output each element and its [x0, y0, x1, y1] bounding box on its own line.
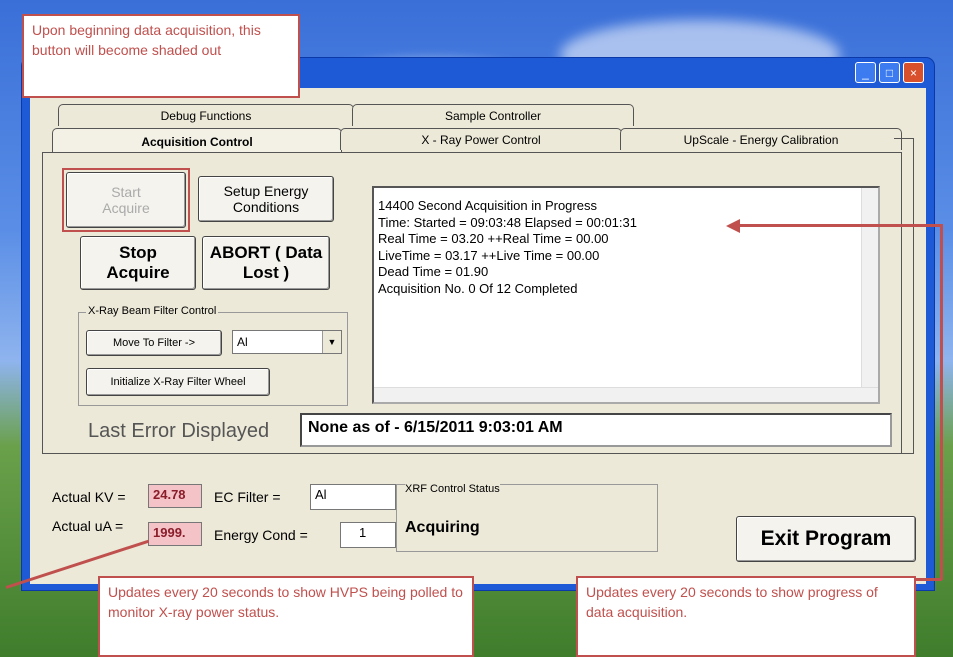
- vertical-scrollbar[interactable]: [861, 188, 878, 402]
- tab-upscale-energy-calibration[interactable]: UpScale - Energy Calibration: [620, 128, 902, 150]
- actual-ua-value: 1999.: [148, 522, 202, 546]
- log-line: Time: Started = 09:03:48 Elapsed = 00:01…: [378, 214, 637, 230]
- tab-debug-functions[interactable]: Debug Functions: [58, 104, 354, 126]
- tab-sample-controller[interactable]: Sample Controller: [352, 104, 634, 126]
- filter-select-value: Al: [237, 335, 248, 349]
- note-hvps-polling: Updates every 20 seconds to show HVPS be…: [98, 576, 474, 657]
- abort-button[interactable]: ABORT ( Data Lost ): [202, 236, 330, 290]
- energy-cond-value: 1: [340, 522, 396, 548]
- tab-acquisition-control[interactable]: Acquisition Control: [52, 128, 342, 154]
- stop-acquire-button[interactable]: Stop Acquire: [80, 236, 196, 290]
- last-error-field: None as of - 6/15/2011 9:03:01 AM: [300, 413, 892, 447]
- ec-filter-value: Al: [310, 484, 396, 510]
- xrf-control-status-group: XRF Control Status Acquiring: [396, 483, 658, 552]
- callout-arrow-log: [740, 224, 940, 227]
- maximize-icon[interactable]: □: [879, 62, 900, 83]
- xrf-status-value: Acquiring: [405, 519, 480, 536]
- energy-cond-label: Energy Cond =: [214, 527, 308, 543]
- actual-kv-label: Actual KV =: [52, 489, 126, 505]
- note-acquisition-progress: Updates every 20 seconds to show progres…: [576, 576, 916, 657]
- tab-xray-power-control[interactable]: X - Ray Power Control: [340, 128, 622, 150]
- log-line: Real Time = 03.20 ++Real Time = 00.00: [378, 231, 609, 246]
- horizontal-scrollbar[interactable]: [374, 387, 878, 402]
- callout-arrowhead: [726, 219, 740, 233]
- note-start-button: Upon beginning data acquisition, this bu…: [22, 14, 300, 98]
- initialize-filter-wheel-button[interactable]: Initialize X-Ray Filter Wheel: [86, 368, 270, 396]
- log-line: 14400 Second Acquisition in Progress: [378, 198, 597, 213]
- filter-control-label: X-Ray Beam Filter Control: [86, 305, 219, 317]
- exit-program-button[interactable]: Exit Program: [736, 516, 916, 562]
- minimize-icon[interactable]: _: [855, 62, 876, 83]
- last-error-label: Last Error Displayed: [88, 420, 270, 442]
- xrf-status-title: XRF Control Status: [405, 483, 500, 495]
- callout-right-vertical: [940, 224, 943, 580]
- log-line: Dead Time = 01.90: [378, 264, 489, 279]
- log-line: LiveTime = 03.17 ++Live Time = 00.00: [378, 247, 600, 263]
- filter-select[interactable]: Al ▼: [232, 330, 342, 354]
- log-line: Acquisition No. 0 Of 12 Completed: [378, 280, 578, 296]
- actual-ua-label: Actual uA =: [52, 518, 124, 534]
- move-to-filter-button[interactable]: Move To Filter ->: [86, 330, 222, 356]
- window-controls: _ □ ×: [855, 62, 924, 83]
- chevron-down-icon[interactable]: ▼: [322, 331, 341, 353]
- start-acquire-highlight: [62, 168, 190, 232]
- actual-kv-value: 24.78: [148, 484, 202, 508]
- setup-energy-conditions-button[interactable]: Setup Energy Conditions: [198, 176, 334, 222]
- close-icon[interactable]: ×: [903, 62, 924, 83]
- ec-filter-label: EC Filter =: [214, 489, 281, 505]
- acquisition-log[interactable]: 14400 Second Acquisition in Progress Tim…: [372, 186, 880, 404]
